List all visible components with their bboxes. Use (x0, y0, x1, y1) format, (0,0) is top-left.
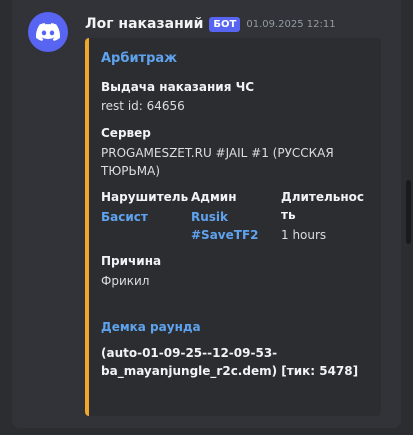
scrollbar-thumb[interactable] (406, 180, 411, 244)
message-timestamp[interactable]: 01.09.2025 12:11 (246, 19, 335, 30)
message-header: Лог наказаний БОТ 01.09.2025 12:11 (85, 14, 336, 34)
server-value: PROGAMESZET.RU #JAIL #1 (РУССКАЯ (101, 146, 334, 160)
reason-label: Причина (101, 254, 162, 268)
embed-card: Арбитраж Выдача наказания ЧС rest id: 64… (85, 38, 381, 416)
embed-title: Выдача наказания ЧС (101, 80, 255, 94)
rest-id: rest id: 64656 (101, 99, 185, 113)
admin-value[interactable]: Rusik (191, 208, 228, 226)
admin-label: Админ (191, 190, 237, 204)
author-name[interactable]: Лог наказаний (85, 16, 203, 32)
demo-link[interactable]: Демка раунда (101, 318, 201, 336)
server-value-cont: ТЮРЬМА) (101, 164, 160, 178)
embed-author-link[interactable]: Арбитраж (101, 50, 177, 68)
violator-value[interactable]: Басист (101, 208, 148, 226)
duration-label-cont: ть (281, 208, 296, 222)
duration-value: 1 hours (281, 228, 327, 242)
server-label: Сервер (101, 126, 151, 140)
duration-label: Длительнос (281, 190, 365, 204)
discord-logo-icon (36, 23, 60, 41)
reason-value: Фрикил (101, 274, 150, 288)
demo-filename-cont: ba_mayanjungle_r2c.dem) [тик: 5478] (101, 364, 359, 378)
avatar[interactable] (28, 12, 68, 52)
bot-tag: БОТ (209, 16, 241, 32)
admin-value-tag[interactable]: #SaveTF2 (191, 226, 259, 244)
violator-label: Нарушитель (101, 190, 189, 204)
demo-filename: (auto-01-09-25--12-09-53- (101, 346, 278, 360)
